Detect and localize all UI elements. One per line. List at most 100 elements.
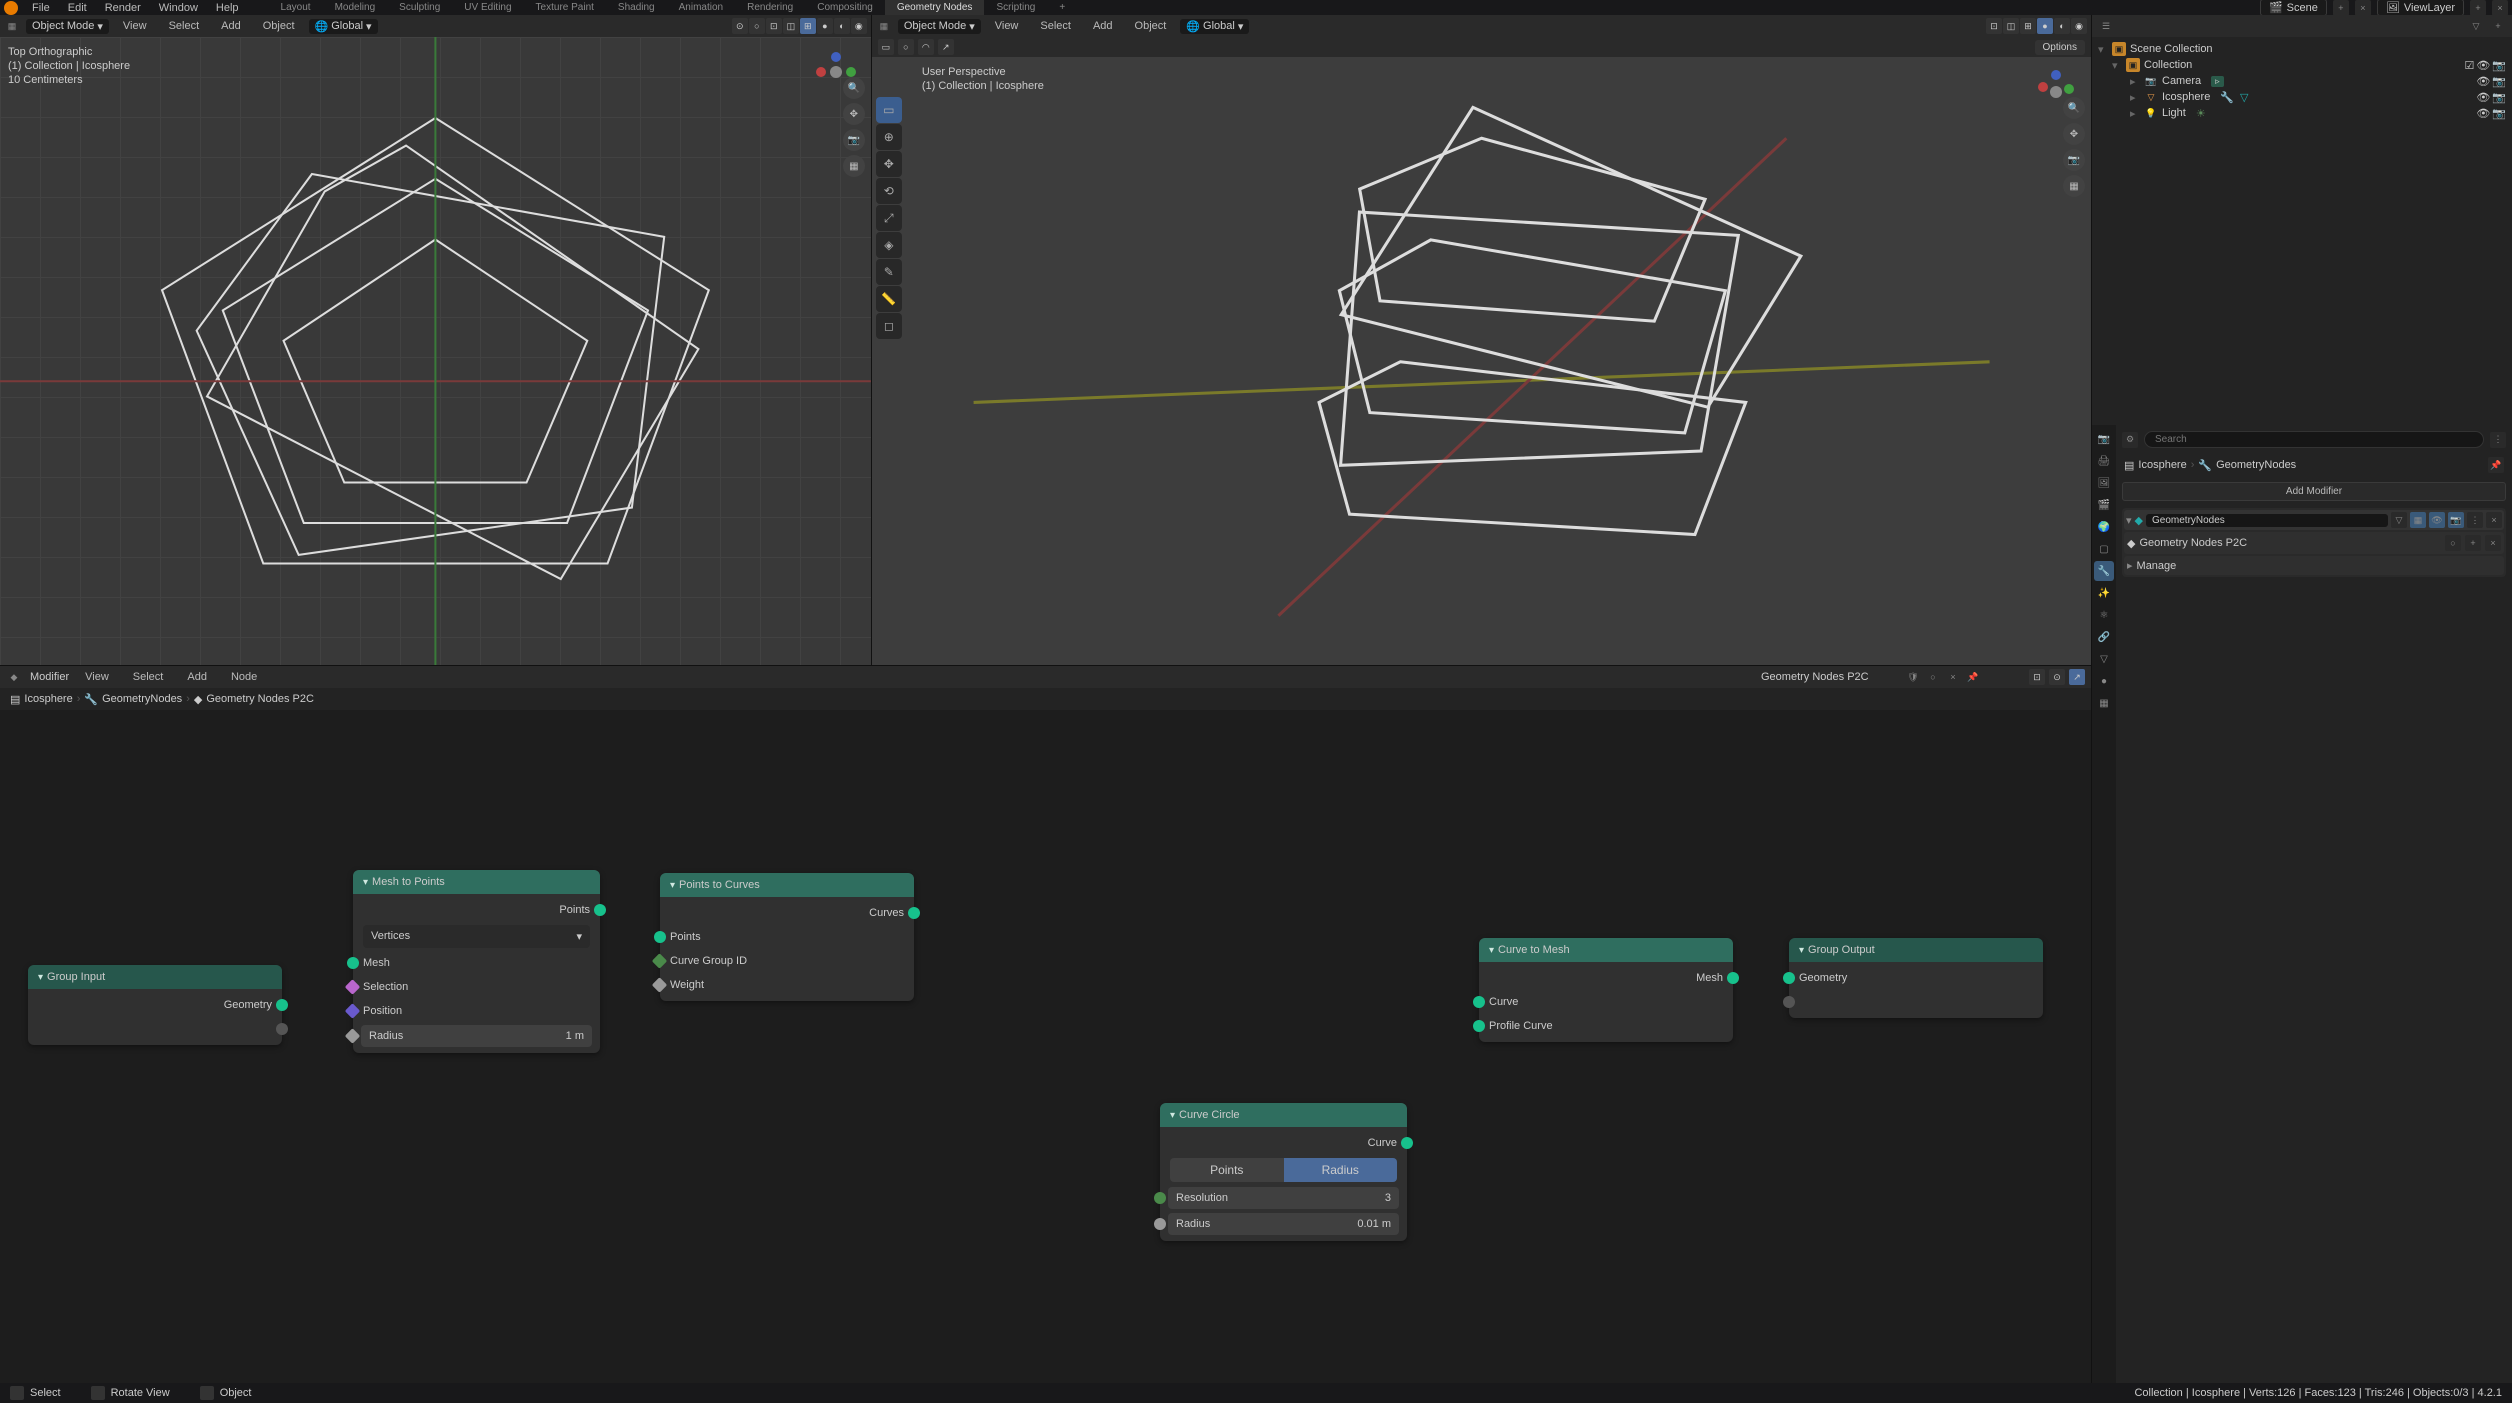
cc-resolution-field[interactable]: Resolution3	[1168, 1187, 1399, 1209]
node-curve-to-mesh[interactable]: ▾Curve to Mesh Mesh Curve Profile Curve	[1479, 938, 1733, 1042]
tab-object[interactable]: ▢	[2094, 539, 2114, 559]
xray-icon[interactable]: ◫	[2003, 18, 2019, 34]
sel-tweak-icon[interactable]: ↗	[938, 39, 954, 55]
eye-icon[interactable]: 👁	[2476, 59, 2490, 72]
ws-texture[interactable]: Texture Paint	[524, 0, 606, 16]
viewport-right[interactable]: ▦ Object Mode ▾ View Select Add Object 🌐…	[872, 15, 2091, 665]
sel-lasso-icon[interactable]: ◠	[918, 39, 934, 55]
editor-type-icon[interactable]: ◆	[6, 669, 22, 685]
eye-icon[interactable]: 👁	[2476, 91, 2490, 104]
vp2-select[interactable]: Select	[1032, 18, 1079, 34]
socket-in-weight[interactable]	[652, 977, 668, 993]
ne-node[interactable]: Node	[223, 669, 265, 685]
eye-icon[interactable]: 👁	[2476, 75, 2490, 88]
vp-add[interactable]: Add	[213, 18, 249, 34]
render-icon[interactable]: 📷	[2492, 59, 2506, 72]
ng-pin-icon[interactable]: 📌	[1965, 669, 1981, 685]
bc-obj[interactable]: Icosphere	[24, 693, 72, 705]
ne-modifier-select[interactable]: Modifier	[30, 671, 69, 683]
bc-mod-label[interactable]: GeometryNodes	[2216, 459, 2296, 471]
scene-add-icon[interactable]: +	[2333, 0, 2349, 16]
mod-edit-icon[interactable]: ▽	[2391, 512, 2407, 528]
scene-field[interactable]: 🎬Scene	[2260, 0, 2327, 16]
editor-type-icon[interactable]: ▦	[876, 18, 892, 34]
tab-viewlayer[interactable]: 🖼	[2094, 473, 2114, 493]
tab-physics[interactable]: ⚛	[2094, 605, 2114, 625]
tab-material[interactable]: ●	[2094, 671, 2114, 691]
ne-overlay-icon[interactable]: ⊡	[2029, 669, 2045, 685]
vp2-add[interactable]: Add	[1085, 18, 1121, 34]
zoom-icon[interactable]: 🔍	[843, 77, 865, 99]
mtp-radius-field[interactable]: Radius1 m	[361, 1025, 592, 1047]
mod-display-edit-icon[interactable]: ▦	[2410, 512, 2426, 528]
editor-type-icon[interactable]: ⚙	[2122, 432, 2138, 448]
ws-modeling[interactable]: Modeling	[323, 0, 388, 16]
viewlayer-field[interactable]: 🖼ViewLayer	[2377, 0, 2464, 16]
persp-icon[interactable]: ▦	[843, 155, 865, 177]
mod-close-icon[interactable]: ×	[2486, 512, 2502, 528]
sel-box-icon[interactable]: ▭	[878, 39, 894, 55]
vp2-options-btn[interactable]: Options	[2035, 40, 2085, 55]
cc-radius-field[interactable]: Radius0.01 m	[1168, 1213, 1399, 1235]
socket-in-selection[interactable]	[345, 979, 361, 995]
overlay-icon[interactable]: ⊡	[766, 18, 782, 34]
ws-shading[interactable]: Shading	[606, 0, 667, 16]
tool-measure[interactable]: 📏	[876, 286, 902, 312]
ng-shield-icon[interactable]: 🛡	[1905, 669, 1921, 685]
vp-object[interactable]: Object	[255, 18, 303, 34]
node-editor[interactable]: ◆ Modifier View Select Add Node Geometry…	[0, 666, 2091, 1383]
socket-out-curves[interactable]	[908, 907, 920, 919]
modifier-name-field[interactable]: GeometryNodes	[2146, 514, 2388, 527]
toggle-radius[interactable]: Radius	[1284, 1158, 1398, 1182]
shading-rendered-icon[interactable]: ◉	[2071, 18, 2087, 34]
viewport-left[interactable]: ▦ Object Mode ▾ View Select Add Object 🌐…	[0, 15, 871, 665]
pin-icon[interactable]: 📌	[2488, 457, 2504, 473]
tab-constraints[interactable]: 🔗	[2094, 627, 2114, 647]
socket-in-points[interactable]	[654, 931, 666, 943]
ws-layout[interactable]: Layout	[269, 0, 323, 16]
vp-select[interactable]: Select	[161, 18, 208, 34]
persp-icon[interactable]: ▦	[2063, 175, 2085, 197]
vp-view[interactable]: View	[115, 18, 155, 34]
ws-scripting[interactable]: Scripting	[984, 0, 1047, 16]
ne-view[interactable]: View	[77, 669, 117, 685]
menu-render[interactable]: Render	[97, 0, 149, 16]
vp2-view[interactable]: View	[987, 18, 1027, 34]
camera-icon[interactable]: 📷	[2063, 149, 2085, 171]
filter-icon[interactable]: ▽	[2468, 18, 2484, 34]
add-modifier-button[interactable]: Add Modifier	[2122, 482, 2506, 501]
pan-icon[interactable]: ✥	[2063, 123, 2085, 145]
ne-snap-icon[interactable]: ⊙	[2049, 669, 2065, 685]
chevron-down-icon[interactable]: ▾	[2126, 514, 2132, 527]
shading-rendered-icon[interactable]: ◉	[851, 18, 867, 34]
socket-in-groupid[interactable]	[652, 953, 668, 969]
tree-camera[interactable]: ▸📷Camera▹👁📷	[2094, 73, 2510, 89]
shading-solid-icon[interactable]: ●	[2037, 18, 2053, 34]
ng-fake-user-icon[interactable]: ○	[1925, 669, 1941, 685]
ne-select[interactable]: Select	[125, 669, 172, 685]
ws-sculpting[interactable]: Sculpting	[387, 0, 452, 16]
new-icon[interactable]: +	[2465, 535, 2481, 551]
viewlayer-add-icon[interactable]: +	[2470, 0, 2486, 16]
tree-scene-collection[interactable]: ▾▣Scene Collection	[2094, 41, 2510, 57]
tab-output[interactable]: 🖨	[2094, 451, 2114, 471]
node-group-input[interactable]: ▾Group Input Geometry	[28, 965, 282, 1045]
node-canvas[interactable]: ▾Group Input Geometry ▾Mesh to Points Po…	[0, 710, 2091, 1383]
shading-matprev-icon[interactable]: ◐	[834, 18, 850, 34]
menu-edit[interactable]: Edit	[60, 0, 95, 16]
mode-select-2[interactable]: Object Mode ▾	[898, 19, 981, 34]
mtp-mode-dropdown[interactable]: Vertices▾	[363, 925, 590, 948]
socket-out-mesh[interactable]	[1727, 972, 1739, 984]
checkbox-icon[interactable]: ☑	[2464, 59, 2474, 72]
proportional-icon[interactable]: ○	[749, 18, 765, 34]
tree-light[interactable]: ▸💡Light☀👁📷	[2094, 105, 2510, 121]
tab-render[interactable]: 📷	[2094, 429, 2114, 449]
node-mesh-to-points[interactable]: ▾Mesh to Points Points Vertices▾ Mesh Se…	[353, 870, 600, 1053]
mod-display-view-icon[interactable]: 👁	[2429, 512, 2445, 528]
shading-wire-icon[interactable]: ⊞	[2020, 18, 2036, 34]
socket-in-radius[interactable]	[1154, 1218, 1166, 1230]
orient-select-2[interactable]: 🌐 Global ▾	[1180, 19, 1249, 34]
node-group-output[interactable]: ▾Group Output Geometry	[1789, 938, 2043, 1018]
scene-del-icon[interactable]: ×	[2355, 0, 2371, 16]
tab-texture[interactable]: ▦	[2094, 693, 2114, 713]
